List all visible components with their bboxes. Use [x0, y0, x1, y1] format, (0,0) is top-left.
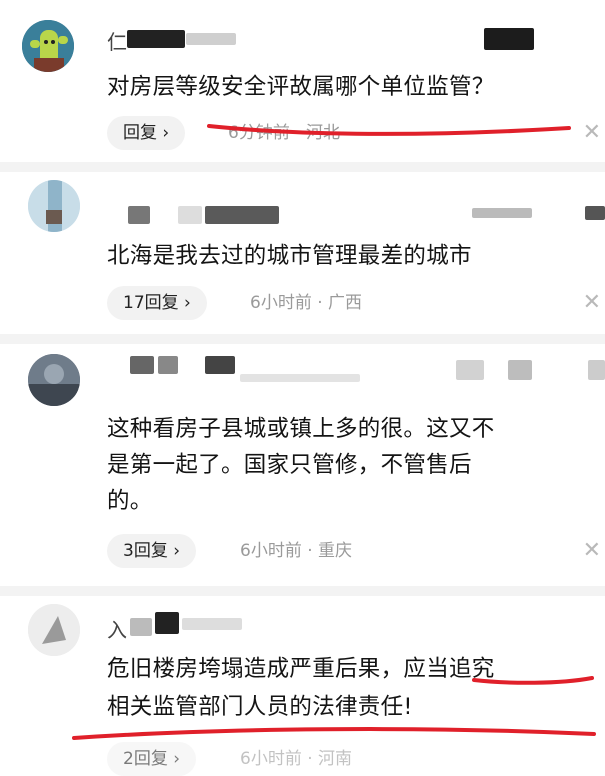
- username-redaction: [178, 206, 202, 224]
- like-redaction: [472, 208, 532, 218]
- like-redaction: [508, 360, 532, 380]
- comment-1: 仁 对房层等级安全评故属哪个单位监管？ 回复 › 6分钟前 · 河北 ✕: [0, 0, 605, 170]
- comment-meta: 6小时前 · 重庆: [240, 541, 353, 561]
- red-underline-annotation: [207, 124, 571, 136]
- comment-text-line: 的。: [107, 488, 153, 514]
- divider: [0, 162, 605, 172]
- divider: [0, 586, 605, 596]
- reply-button[interactable]: 回复 ›: [107, 116, 186, 150]
- username[interactable]: 仁: [107, 26, 127, 55]
- username-redaction: [158, 356, 178, 374]
- like-icon-redaction: [585, 206, 605, 220]
- comment-text-line: 这种看房子县城或镇上多的很。这又不: [107, 416, 495, 442]
- comment-meta: 6小时前 · 广西: [250, 293, 363, 313]
- reply-button[interactable]: 2回复 ›: [107, 742, 197, 776]
- comment-text: 对房层等级安全评故属哪个单位监管？: [107, 74, 495, 100]
- username-redaction: [130, 356, 154, 374]
- like-icon-redaction: [588, 360, 605, 380]
- comment-meta: 6小时前 · 河南: [240, 749, 353, 769]
- comment-text-line: 相关监管部门人员的法律责任!: [107, 694, 413, 720]
- comment-4: 入 危旧楼房垮塌造成严重后果，应当追究 相关监管部门人员的法律责任! 2回复 ›…: [0, 596, 605, 776]
- username-redaction: [182, 618, 242, 630]
- like-redaction: [456, 360, 484, 380]
- avatar-photo-icon: [28, 180, 80, 232]
- comment-3: 这种看房子县城或镇上多的很。这又不 是第一起了。国家只管修，不管售后 的。 3回…: [0, 344, 605, 594]
- reply-button[interactable]: 3回复 ›: [107, 534, 197, 568]
- avatar[interactable]: [22, 20, 74, 72]
- username-redaction: [130, 618, 152, 636]
- comment-text-line: 危旧楼房垮塌造成严重后果，应当追究: [107, 656, 495, 682]
- close-icon[interactable]: ✕: [583, 116, 601, 150]
- avatar[interactable]: [28, 180, 80, 232]
- username-redaction: [205, 206, 279, 224]
- red-underline-annotation: [472, 676, 594, 685]
- username-redaction: [127, 30, 185, 48]
- avatar[interactable]: [28, 604, 80, 656]
- close-icon[interactable]: ✕: [583, 534, 601, 568]
- username[interactable]: 入: [107, 614, 127, 643]
- username-redaction: [186, 33, 236, 45]
- close-icon[interactable]: ✕: [583, 286, 601, 320]
- cactus-icon: [22, 20, 74, 72]
- username-redaction: [205, 356, 235, 374]
- like-redaction: [484, 28, 534, 50]
- username-redaction: [128, 206, 150, 224]
- reply-button[interactable]: 17回复 ›: [107, 286, 207, 320]
- comment-text-line: 是第一起了。国家只管修，不管售后: [107, 452, 472, 478]
- username-redaction: [155, 612, 179, 634]
- avatar-photo-icon: [28, 354, 80, 406]
- comment-2: 北海是我去过的城市管理最差的城市 17回复 › 6小时前 · 广西 ✕: [0, 172, 605, 342]
- username-redaction: [240, 374, 360, 382]
- avatar[interactable]: [28, 354, 80, 406]
- avatar-photo-icon: [28, 604, 80, 656]
- comment-text: 北海是我去过的城市管理最差的城市: [107, 243, 472, 269]
- divider: [0, 334, 605, 344]
